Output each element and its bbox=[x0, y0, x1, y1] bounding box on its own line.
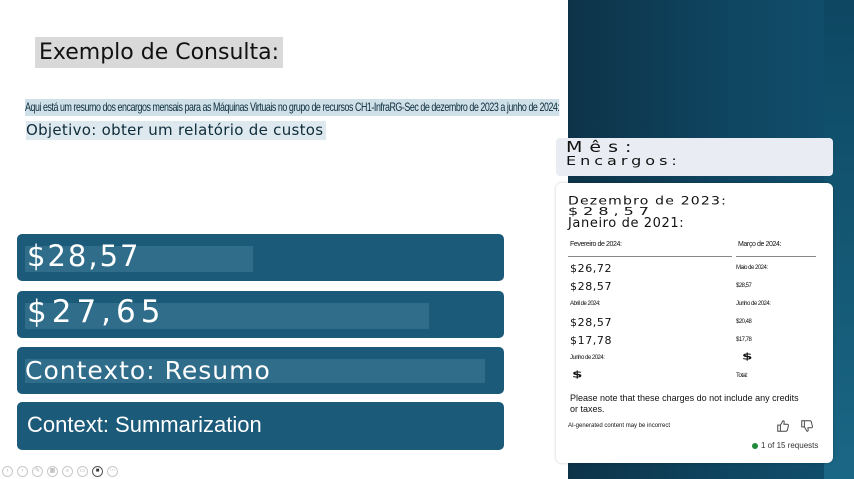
row-right-value: Junho de 2024: bbox=[736, 301, 771, 307]
charges-note: Please note that these charges do not in… bbox=[570, 393, 799, 414]
page-title: Exemplo de Consulta: bbox=[35, 37, 284, 68]
col-right-head: Março de 2024: bbox=[738, 241, 782, 248]
summary-line: Aqui está um resumo dos encargos mensais… bbox=[25, 99, 560, 116]
chat-response-card: Dezembro de 2023: $28,57 Janeiro de 2021… bbox=[556, 183, 833, 463]
row-right-value: $28,57 bbox=[736, 283, 752, 289]
row-left-value: $26,72 bbox=[570, 262, 613, 275]
row-right-value: $20,48 bbox=[736, 319, 752, 325]
presentation-toolbar: ‹ › ✎ ▦ ⌕ ▭ ■ ⋯ bbox=[2, 465, 118, 477]
january-label: Janeiro de 2021: bbox=[568, 216, 685, 231]
row-left-value: $28,57 bbox=[570, 316, 613, 329]
value-bar-1: $28,57 bbox=[17, 234, 504, 281]
thumbs-up-icon[interactable] bbox=[776, 419, 790, 433]
thumbs-down-icon[interactable] bbox=[800, 419, 814, 433]
bar-text: Context: Summarization bbox=[27, 412, 262, 437]
col-left-head: Fevereiro de 2024: bbox=[570, 241, 622, 248]
month-header: Mês: bbox=[566, 138, 639, 156]
bar-text: Contexto: Resumo bbox=[25, 356, 271, 385]
row-right-value: $17,78 bbox=[736, 337, 752, 343]
chat-header: Mês: Encargos: bbox=[556, 138, 833, 176]
prev-icon[interactable]: ‹ bbox=[2, 465, 13, 477]
zoom-icon[interactable]: ⌕ bbox=[62, 465, 73, 477]
grid-icon[interactable]: ▦ bbox=[47, 465, 58, 477]
camera-icon[interactable]: ■ bbox=[92, 465, 103, 477]
context-bar-en: Context: Summarization bbox=[17, 402, 504, 450]
status-dot-icon bbox=[752, 442, 758, 449]
bar-text: $27,65 bbox=[27, 294, 166, 330]
context-bar-pt: Contexto: Resumo bbox=[17, 347, 504, 394]
row-left-value: $ bbox=[572, 369, 583, 380]
row-right-value: $ bbox=[742, 351, 753, 362]
request-counter: 1 of 15 requests bbox=[752, 441, 818, 450]
row-right-value: Total: bbox=[736, 373, 748, 379]
value-bar-2: $27,65 bbox=[17, 291, 504, 338]
subtitles-icon[interactable]: ▭ bbox=[77, 465, 88, 477]
ai-disclaimer: AI-generated content may be incorrect bbox=[568, 423, 671, 429]
row-left-value: $17,78 bbox=[570, 334, 613, 347]
objective-text: Objetivo: obter um relatório de custos bbox=[26, 121, 327, 140]
next-icon[interactable]: › bbox=[17, 465, 28, 477]
bar-text: $28,57 bbox=[27, 239, 141, 273]
pen-icon[interactable]: ✎ bbox=[32, 465, 43, 477]
request-count-text: 1 of 15 requests bbox=[761, 441, 819, 450]
row-right-value: Maio de 2024: bbox=[736, 265, 768, 271]
charges-header: Encargos: bbox=[566, 153, 681, 168]
row-left-value: Junho de 2024: bbox=[570, 355, 605, 361]
more-icon[interactable]: ⋯ bbox=[107, 465, 118, 477]
row-left-value: $28,57 bbox=[570, 280, 613, 293]
divider bbox=[736, 256, 816, 257]
divider bbox=[568, 256, 732, 257]
row-left-value: Abril de 2024: bbox=[570, 301, 601, 307]
